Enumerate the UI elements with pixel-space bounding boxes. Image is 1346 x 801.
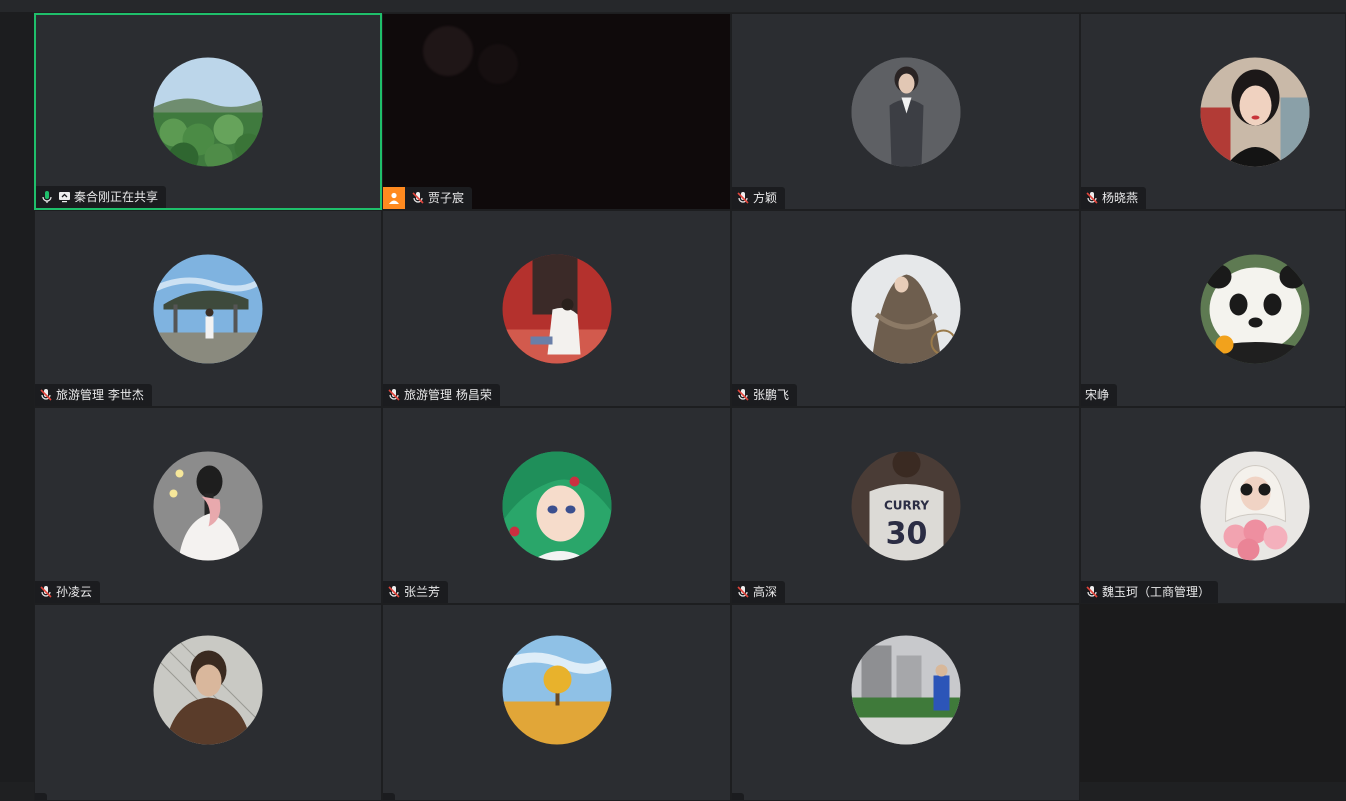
avatar <box>153 254 263 363</box>
avatar <box>1200 57 1310 166</box>
avatar <box>1200 451 1310 560</box>
participant-label: 旅游管理 李世杰 <box>35 384 152 406</box>
mic-muted-icon <box>387 585 401 599</box>
participant-name: 方颖 <box>753 191 778 205</box>
participant-label: 杨晓燕 <box>1081 187 1147 209</box>
participant-name: 秦合刚正在共享 <box>74 190 159 204</box>
participant-tile[interactable]: 张兰芳 <box>382 407 731 604</box>
top-bar <box>0 0 1346 12</box>
participant-name: 张兰芳 <box>404 585 441 599</box>
mic-on-icon <box>40 190 54 204</box>
participant-tile[interactable]: 方颖 <box>731 13 1080 210</box>
participant-tile[interactable]: 贾子宸 <box>382 13 731 210</box>
left-strip <box>0 12 34 782</box>
mic-muted-icon <box>736 585 750 599</box>
participant-name: 旅游管理 李世杰 <box>56 388 144 402</box>
avatar: CURRY 30 <box>851 451 960 560</box>
avatar <box>851 635 960 745</box>
participant-label: 贾子宸 <box>383 187 473 209</box>
participant-tile[interactable] <box>731 604 1080 801</box>
jersey-name: CURRY <box>883 498 928 512</box>
avatar <box>153 57 263 166</box>
mic-muted-icon <box>39 585 53 599</box>
avatar <box>502 451 611 560</box>
participant-label: 张兰芳 <box>383 581 449 603</box>
participant-label: 方颖 <box>732 187 786 209</box>
jersey-number: 30 <box>885 516 927 551</box>
screen-share-icon <box>57 190 71 204</box>
participant-tile[interactable]: CURRY 30 高深 <box>731 407 1080 604</box>
participant-tile[interactable]: 杨晓燕 <box>1080 13 1346 210</box>
person-icon <box>383 187 405 209</box>
participant-name: 孙凌云 <box>56 585 93 599</box>
participant-tile[interactable]: 旅游管理 李世杰 <box>34 210 382 407</box>
participant-label: 魏玉珂（工商管理） <box>1081 581 1219 603</box>
participant-tile[interactable]: 秦合刚正在共享 <box>34 13 382 210</box>
mic-muted-icon <box>1085 585 1099 599</box>
participant-label: 秦合刚正在共享 <box>36 186 167 208</box>
participant-tile[interactable] <box>382 604 731 801</box>
participant-name: 魏玉珂（工商管理） <box>1102 585 1211 599</box>
participant-label: 高深 <box>732 581 786 603</box>
avatar <box>502 254 611 363</box>
avatar <box>502 635 611 745</box>
participant-name: 杨晓燕 <box>1102 191 1139 205</box>
avatar <box>851 254 960 363</box>
participant-tile[interactable]: 张鹏飞 <box>731 210 1080 407</box>
video-feed <box>478 44 518 84</box>
participant-label <box>383 793 395 800</box>
video-feed <box>423 26 473 76</box>
participant-tile[interactable]: 旅游管理 杨昌荣 <box>382 210 731 407</box>
participant-tile[interactable]: 魏玉珂（工商管理） <box>1080 407 1346 604</box>
participant-label: 张鹏飞 <box>732 384 798 406</box>
participant-name: 张鹏飞 <box>753 388 790 402</box>
participant-label <box>732 793 744 800</box>
participant-tile[interactable]: 宋峥 <box>1080 210 1346 407</box>
mic-muted-icon <box>39 388 53 402</box>
participant-tile[interactable] <box>34 604 382 801</box>
mic-muted-icon <box>736 191 750 205</box>
participant-label <box>35 793 47 800</box>
avatar <box>153 635 263 745</box>
participant-name: 旅游管理 杨昌荣 <box>404 388 492 402</box>
participant-name: 宋峥 <box>1085 388 1110 402</box>
avatar <box>1200 254 1310 363</box>
video-grid: 秦合刚正在共享 贾子宸 方颖 杨晓燕 旅游管理 李世杰 旅游管理 杨昌荣 张鹏飞… <box>34 13 1346 801</box>
participant-label: 孙凌云 <box>35 581 101 603</box>
mic-muted-icon <box>736 388 750 402</box>
participant-name: 贾子宸 <box>428 191 465 205</box>
mic-muted-icon <box>1085 191 1099 205</box>
participant-tile[interactable]: 孙凌云 <box>34 407 382 604</box>
empty-slot <box>1080 604 1346 782</box>
participant-name: 高深 <box>753 585 778 599</box>
mic-muted-icon <box>387 388 401 402</box>
participant-label: 旅游管理 杨昌荣 <box>383 384 500 406</box>
mic-muted-icon <box>411 191 425 205</box>
avatar <box>153 451 263 560</box>
avatar <box>851 57 960 166</box>
participant-label: 宋峥 <box>1081 384 1118 406</box>
